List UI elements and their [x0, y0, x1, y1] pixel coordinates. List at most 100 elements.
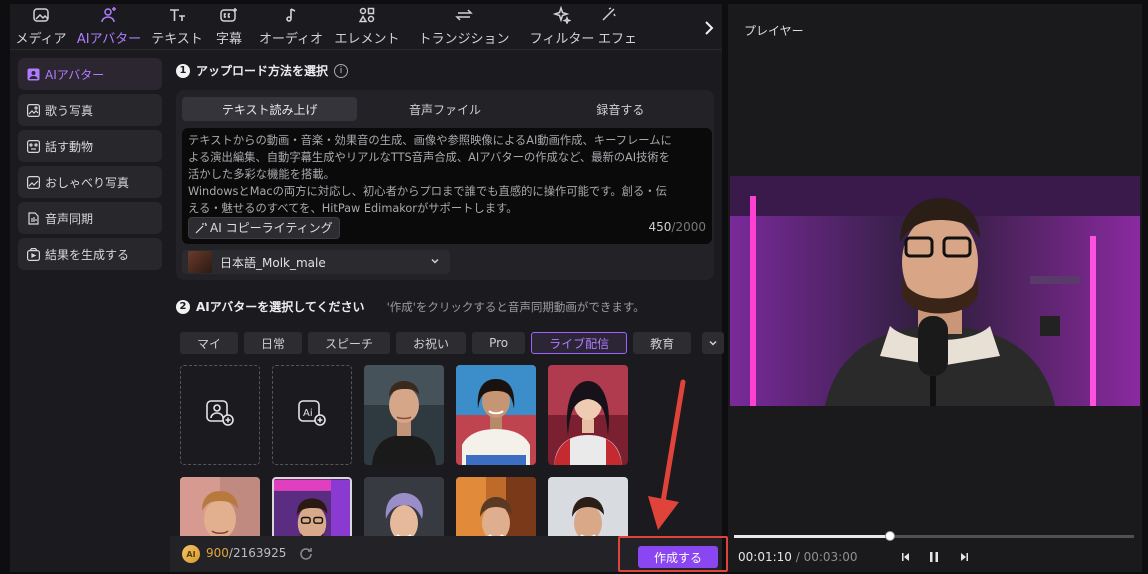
toolbar-transition[interactable]: トランジション [402, 3, 526, 49]
next-frame-icon[interactable] [956, 550, 972, 564]
toolbar-text[interactable]: テキスト [146, 3, 208, 49]
step1-heading: 1 アップロード方法を選択 i [176, 62, 349, 79]
avatar-thumbnail [548, 365, 628, 465]
script-line: える・魅せるのすべてを、HitPaw Edimakorがサポートします。 [188, 202, 518, 215]
toolbar-ai-avatar[interactable]: AIアバター [72, 3, 146, 49]
avatar-thumbnail [364, 365, 444, 465]
sidebar-item-talking-animal[interactable]: 話す動物 [18, 130, 162, 162]
avatar-thumbnail [180, 477, 260, 536]
sidebar-item-label: 結果を生成する [45, 247, 130, 262]
ai-generate-avatar-card[interactable]: Ai [272, 365, 352, 465]
toolbar-filter[interactable]: フィルター [526, 3, 598, 49]
previous-frame-icon[interactable] [898, 550, 914, 564]
animal-icon [26, 139, 40, 153]
time-separator: / [791, 550, 804, 564]
top-toolbar: メディア AIアバター テキスト 字幕 オーディオ エレメント トランジション [10, 4, 722, 50]
ai-avatar-generate-icon: Ai [296, 398, 328, 432]
sidebar-item-label: 歌う写真 [45, 103, 94, 118]
step1-title: アップロード方法を選択 [196, 64, 329, 78]
avatar-card[interactable] [456, 365, 536, 465]
avatar-card[interactable] [548, 365, 628, 465]
toolbar-label: トランジション [418, 32, 510, 47]
avatar-card[interactable] [364, 477, 444, 536]
avatar-category-tabs: マイ 日常 スピーチ お祝い Pro ライブ配信 教育 [180, 332, 692, 354]
sidebar-item-talking-photo[interactable]: おしゃべり写真 [18, 166, 162, 198]
audio-icon [280, 5, 302, 25]
category-my[interactable]: マイ [180, 332, 239, 354]
toolbar-subtitle[interactable]: 字幕 [208, 3, 250, 49]
toolbar-label: メディア [15, 32, 67, 47]
category-pro[interactable]: Pro [472, 332, 526, 354]
char-count-current: 450 [648, 220, 672, 234]
tab-text-to-speech[interactable]: テキスト読み上げ [182, 97, 358, 121]
avatar-thumbnail [456, 477, 536, 536]
editor-panel: メディア AIアバター テキスト 字幕 オーディオ エレメント トランジション [10, 4, 728, 572]
effect-icon [598, 5, 620, 25]
category-expand-icon[interactable] [702, 332, 724, 354]
avatar-card[interactable] [548, 477, 628, 536]
avatar-card[interactable] [180, 477, 260, 536]
info-icon[interactable]: i [334, 63, 349, 78]
sidebar-item-singing-photo[interactable]: 歌う写真 [18, 94, 162, 126]
upload-panel: テキスト読み上げ 音声ファイル 録音する テキストからの動画・音楽・効果音の生成… [176, 90, 714, 280]
toolbar-audio[interactable]: オーディオ [250, 3, 332, 49]
credits-display: 900/2163925 [206, 546, 286, 560]
player-panel: プレイヤー 00:01:10 / 00:03:00 [728, 4, 1142, 572]
toolbar-label: エフェ [598, 32, 638, 47]
tab-record[interactable]: 録音する [533, 97, 708, 121]
toolbar-label: エレメント [334, 32, 400, 47]
script-textarea[interactable]: テキストからの動画・音楽・効果音の生成、画像や参照映像によるAI動画作成、キーフ… [182, 128, 712, 244]
credits-total: /2163925 [228, 546, 287, 560]
toolbar-element[interactable]: エレメント [332, 3, 402, 49]
timeline-scrubber[interactable] [885, 531, 895, 541]
category-speech[interactable]: スピーチ [308, 332, 391, 354]
script-line: よる演出編集、自動字幕生成やリアルなTTS音声合成、AIアバターの作成など、最新… [188, 151, 671, 164]
step2-heading: 2 AIアバターを選択してください '作成'をクリックすると音声同期動画ができま… [176, 298, 645, 315]
pause-icon[interactable] [926, 550, 942, 564]
toolbar-media[interactable]: メディア [10, 3, 72, 49]
video-preview[interactable] [730, 176, 1140, 406]
step2-number: 2 [176, 299, 190, 314]
voice-select[interactable]: 日本語_Molk_male [182, 250, 450, 274]
subtitle-icon [218, 5, 240, 25]
upload-photo-card[interactable] [180, 365, 260, 465]
create-button-highlight: 作成する [618, 536, 728, 572]
avatar-card[interactable] [364, 365, 444, 465]
avatar-card[interactable] [456, 477, 536, 536]
script-line: WindowsとMacの両方に対応し、初心者からプロまで誰でも直感的に操作可能で… [188, 185, 667, 198]
step1-number: 1 [176, 63, 190, 78]
create-button[interactable]: 作成する [638, 546, 718, 568]
credits-used: 900 [206, 546, 229, 560]
char-count: 450/2000 [649, 219, 707, 236]
avatar-thumbnail [364, 477, 444, 536]
ai-copywriting-button[interactable]: AI コピーライティング [188, 217, 340, 239]
ai-copywriting-label: AI コピーライティング [210, 220, 333, 235]
char-count-max: /2000 [671, 220, 706, 234]
sidebar-item-ai-avatar[interactable]: AIアバター [18, 58, 162, 90]
toolbar-next-icon[interactable] [700, 18, 718, 38]
filter-icon [551, 5, 573, 25]
playback-timeline[interactable] [734, 531, 1134, 541]
category-education[interactable]: 教育 [633, 332, 692, 354]
avatar-thumbnail [274, 479, 350, 536]
sidebar-item-lip-sync[interactable]: 音声同期 [18, 202, 162, 234]
player-title: プレイヤー [744, 24, 804, 38]
sidebar-item-label: 話す動物 [45, 139, 94, 154]
sidebar-item-label: おしゃべり写真 [45, 175, 130, 190]
feature-sidebar: AIアバター 歌う写真 話す動物 おしゃべり写真 音声同期 結果を生成する [18, 58, 162, 274]
step2-hint: '作成'をクリックすると音声同期動画ができます。 [386, 299, 645, 314]
lip-sync-icon [26, 211, 40, 225]
results-icon [26, 247, 40, 261]
voice-name: 日本語_Molk_male [220, 255, 326, 270]
media-icon [30, 5, 52, 25]
chevron-down-icon [430, 255, 440, 269]
refresh-icon[interactable] [298, 546, 314, 566]
avatar-card-selected[interactable] [272, 477, 352, 536]
category-daily[interactable]: 日常 [244, 332, 303, 354]
toolbar-effect[interactable]: エフェ [598, 3, 642, 49]
main-content: 1 アップロード方法を選択 i テキスト読み上げ 音声ファイル 録音する テキス… [170, 54, 728, 572]
category-celebration[interactable]: お祝い [396, 332, 467, 354]
sidebar-item-results[interactable]: 結果を生成する [18, 238, 162, 270]
tab-audio-file[interactable]: 音声ファイル [357, 97, 532, 121]
category-live[interactable]: ライブ配信 [531, 332, 628, 354]
